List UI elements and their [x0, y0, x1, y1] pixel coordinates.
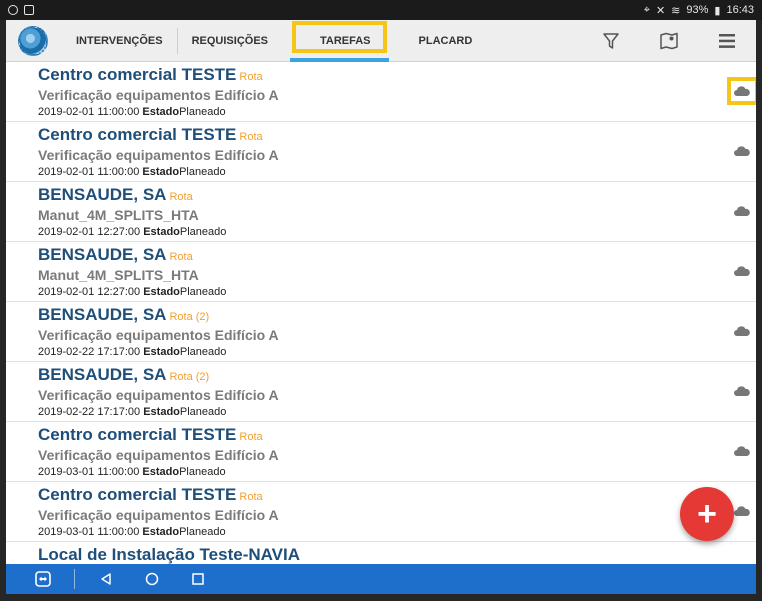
- highlight-box: [727, 77, 756, 105]
- task-meta: 2019-03-01 11:00:00 EstadoPlaneado: [38, 466, 226, 478]
- home-button[interactable]: [129, 564, 175, 594]
- cloud-icon[interactable]: [734, 146, 750, 156]
- task-description: Manut_4M_SPLITS_HTA: [38, 207, 199, 223]
- task-route: Rota: [169, 251, 193, 263]
- task-title: Centro comercial TESTE: [38, 125, 237, 144]
- task-title: Centro comercial TESTE: [38, 65, 237, 84]
- task-row[interactable]: Centro comercial TESTE Rota Verificação e…: [6, 62, 756, 122]
- task-meta: 2019-02-01 11:00:00 EstadoPlaneado: [38, 106, 226, 118]
- task-meta: 2019-02-22 17:17:00 EstadoPlaneado: [38, 406, 227, 418]
- task-row[interactable]: BENSAUDE, SA Rota Manut_4M_SPLITS_HTA 201…: [6, 182, 756, 242]
- task-description: Verificação equipamentos Edifício A: [38, 387, 279, 403]
- top-nav: INTERVENÇÕES REQUISIÇÕES TAREFAS PLACARD: [6, 20, 756, 62]
- task-description: Verificação equipamentos Edifício A: [38, 447, 279, 463]
- cloud-icon[interactable]: [734, 266, 750, 276]
- cloud-icon[interactable]: [734, 206, 750, 216]
- task-route: Rota: [239, 491, 263, 503]
- task-route: Rota: [239, 431, 263, 443]
- task-title: BENSAUDE, SA: [38, 245, 167, 264]
- globe-logo-icon: [18, 25, 48, 56]
- notification-icon: [24, 5, 34, 15]
- eye-icon: [8, 5, 18, 15]
- task-title: BENSAUDE, SA: [38, 185, 167, 204]
- battery-icon: ▮: [714, 4, 721, 17]
- task-route: Rota (2): [169, 371, 210, 383]
- task-title: BENSAUDE, SA: [38, 365, 167, 384]
- cloud-icon[interactable]: [734, 506, 750, 516]
- clock: 16:43: [726, 4, 754, 16]
- battery-level: 93%: [686, 4, 709, 16]
- task-row[interactable]: Local de Instalação Teste-NAVIA: [6, 542, 756, 564]
- menu-icon: [719, 33, 735, 48]
- tab-placard[interactable]: PLACARD: [405, 20, 487, 62]
- task-route: Rota (2): [169, 311, 210, 323]
- mute-icon: ✕: [655, 4, 666, 17]
- task-description: Manut_4M_SPLITS_HTA: [38, 267, 199, 283]
- active-tab-indicator: [290, 57, 389, 62]
- task-route: Rota: [239, 131, 263, 143]
- back-button[interactable]: [83, 564, 129, 594]
- task-row[interactable]: Centro comercial TESTE Rota Verificação e…: [6, 122, 756, 182]
- device-frame: ⌖ ✕ ≋ 93% ▮ 16:43 INTERVENÇÕES REQUISIÇÕ…: [0, 0, 762, 601]
- task-description: Verificação equipamentos Edifício A: [38, 147, 279, 163]
- teamviewer-icon: [35, 571, 51, 587]
- task-row[interactable]: BENSAUDE, SA Rota (2) Verificação equipam…: [6, 362, 756, 422]
- map-icon: [660, 32, 678, 49]
- task-title: Centro comercial TESTE: [38, 485, 237, 504]
- task-title: BENSAUDE, SA: [38, 305, 167, 324]
- back-icon: [101, 573, 111, 585]
- teamviewer-button[interactable]: [20, 564, 66, 594]
- wifi-icon: ≋: [671, 4, 681, 17]
- map-button[interactable]: [640, 20, 698, 62]
- task-meta: 2019-02-01 11:00:00 EstadoPlaneado: [38, 166, 226, 178]
- filter-icon: [603, 32, 619, 49]
- location-icon: ⌖: [643, 3, 650, 16]
- cloud-icon[interactable]: [734, 326, 750, 336]
- home-icon: [145, 572, 159, 586]
- task-row[interactable]: BENSAUDE, SA Rota (2) Verificação equipam…: [6, 302, 756, 362]
- plus-icon: +: [697, 495, 717, 533]
- system-nav-bar: [6, 564, 756, 594]
- task-row[interactable]: Centro comercial TESTE Rota Verificação e…: [6, 422, 756, 482]
- cloud-icon[interactable]: [734, 386, 750, 396]
- task-list: Centro comercial TESTE Rota Verificação e…: [6, 62, 756, 564]
- task-description: Verificação equipamentos Edifício A: [38, 87, 279, 103]
- recents-button[interactable]: [175, 564, 221, 594]
- menu-button[interactable]: [698, 20, 756, 62]
- filter-button[interactable]: [582, 20, 640, 62]
- task-row[interactable]: Centro comercial TESTE Rota Verificação e…: [6, 482, 756, 542]
- status-bar: ⌖ ✕ ≋ 93% ▮ 16:43: [0, 0, 762, 20]
- task-description: Verificação equipamentos Edifício A: [38, 327, 279, 343]
- task-meta: 2019-03-01 11:00:00 EstadoPlaneado: [38, 526, 226, 538]
- task-title: Local de Instalação Teste-NAVIA: [38, 545, 300, 564]
- recents-icon: [192, 573, 204, 585]
- tab-intervencoes[interactable]: INTERVENÇÕES: [62, 20, 177, 62]
- cloud-icon[interactable]: [734, 446, 750, 456]
- task-route: Rota: [239, 71, 263, 83]
- task-meta: 2019-02-22 17:17:00 EstadoPlaneado: [38, 346, 227, 358]
- task-description: Verificação equipamentos Edifício A: [38, 507, 279, 523]
- task-meta: 2019-02-01 12:27:00 EstadoPlaneado: [38, 286, 227, 298]
- task-meta: 2019-02-01 12:27:00 EstadoPlaneado: [38, 226, 227, 238]
- nav-divider: [74, 569, 75, 589]
- tab-requisicoes[interactable]: REQUISIÇÕES: [178, 20, 282, 62]
- task-route: Rota: [169, 191, 193, 203]
- task-title: Centro comercial TESTE: [38, 425, 237, 444]
- add-task-button[interactable]: +: [680, 487, 734, 541]
- task-row[interactable]: BENSAUDE, SA Rota Manut_4M_SPLITS_HTA 201…: [6, 242, 756, 302]
- tab-tarefas[interactable]: TAREFAS: [290, 20, 389, 62]
